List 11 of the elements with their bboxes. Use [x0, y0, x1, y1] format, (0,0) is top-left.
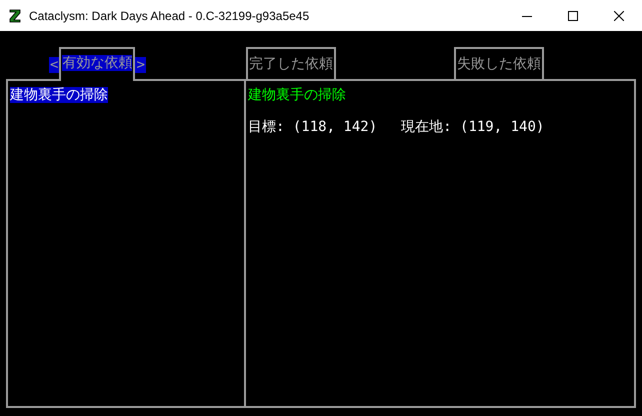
close-icon [614, 10, 624, 20]
tab[interactable]: 完了した依頼 [246, 47, 336, 79]
window-title: Cataclysm: Dark Days Ahead - 0.C-32199-g93a5e45 [29, 8, 310, 24]
tab[interactable]: 有効な依頼 [59, 47, 136, 81]
current-location: 現在地: (119, 140) [401, 119, 544, 135]
maximize-icon [568, 10, 578, 20]
mission-title: 建物裏手の掃除 [248, 87, 347, 103]
app-icon [9, 8, 21, 22]
tab[interactable]: 失敗した依頼 [454, 47, 544, 79]
target-coordinates: 目標: (118, 142) [248, 119, 378, 135]
mission-item[interactable]: 建物裏手の掃除 [10, 87, 108, 103]
